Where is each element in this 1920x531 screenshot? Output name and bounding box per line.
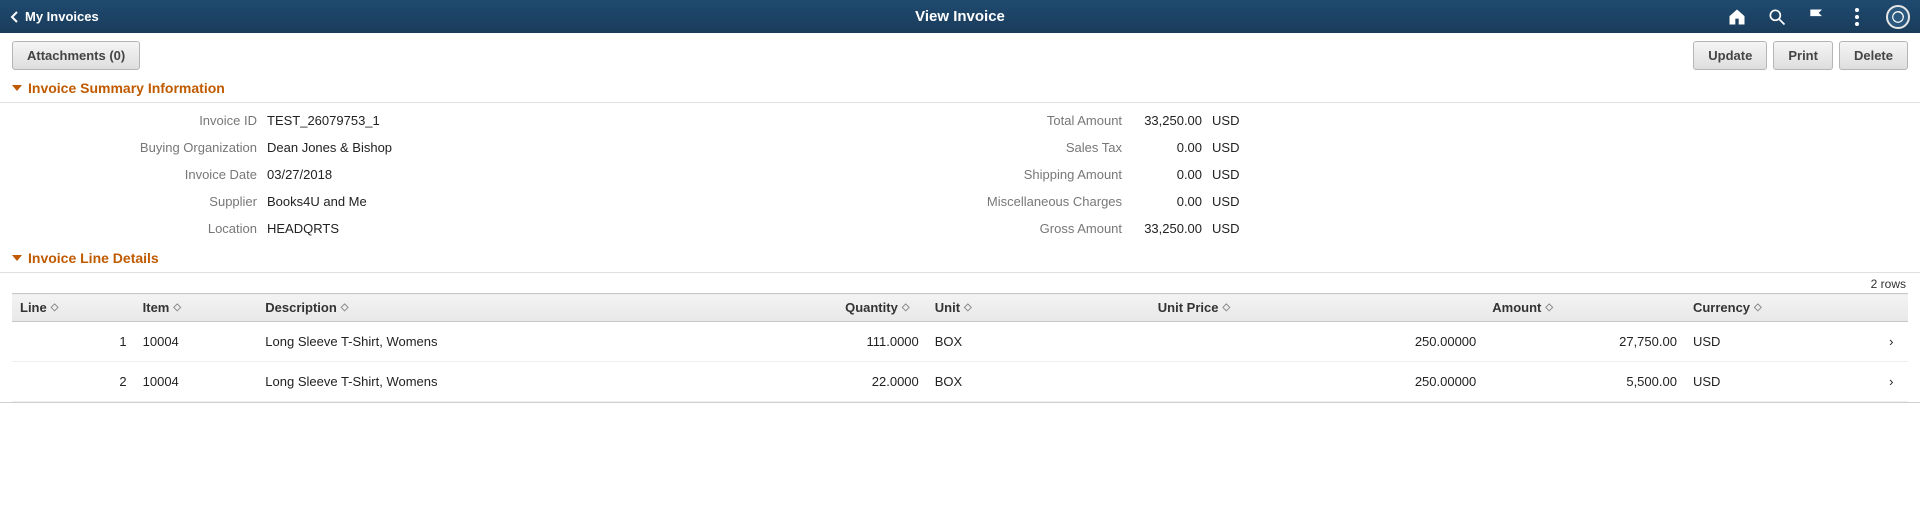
cell-line: 2 — [12, 362, 135, 402]
gross-amount-value: 33,250.00 — [1132, 221, 1202, 236]
delete-button[interactable]: Delete — [1839, 41, 1908, 70]
lines-section-toggle[interactable]: Invoice Line Details — [0, 244, 1920, 273]
attachments-button[interactable]: Attachments (0) — [12, 41, 140, 70]
table-row: 210004Long Sleeve T-Shirt, Womens22.0000… — [12, 362, 1908, 402]
sales-tax-value: 0.00 — [1132, 140, 1202, 155]
row-count: 2 rows — [0, 273, 1920, 293]
invoice-id-value: TEST_26079753_1 — [267, 113, 392, 128]
col-header-empty — [1875, 294, 1909, 322]
gross-amount-label: Gross Amount — [722, 221, 1122, 236]
shipping-amount-label: Shipping Amount — [722, 167, 1122, 182]
misc-charges-label: Miscellaneous Charges — [722, 194, 1122, 209]
buying-org-value: Dean Jones & Bishop — [267, 140, 392, 155]
sales-tax-currency: USD — [1212, 140, 1262, 155]
buying-org-label: Buying Organization — [12, 140, 257, 155]
location-label: Location — [12, 221, 257, 236]
sort-icon: ◇ — [51, 303, 59, 313]
location-value: HEADQRTS — [267, 221, 392, 236]
cell-quantity: 22.0000 — [837, 362, 927, 402]
menu-icon[interactable] — [1846, 6, 1868, 28]
lines-section-title: Invoice Line Details — [28, 250, 159, 266]
col-header-unit-price[interactable]: Unit Price◇ — [1150, 294, 1485, 322]
col-header-unit[interactable]: Unit◇ — [927, 294, 1150, 322]
invoice-id-label: Invoice ID — [12, 113, 257, 128]
gross-amount-currency: USD — [1212, 221, 1262, 236]
shipping-amount-currency: USD — [1212, 167, 1262, 182]
col-header-item[interactable]: Item◇ — [135, 294, 258, 322]
action-bar: Attachments (0) Update Print Delete — [0, 33, 1920, 74]
home-icon[interactable] — [1726, 6, 1748, 28]
cell-unit-price: 250.00000 — [1150, 322, 1485, 362]
cell-item: 10004 — [135, 322, 258, 362]
cell-currency: USD — [1685, 322, 1875, 362]
cell-description: Long Sleeve T-Shirt, Womens — [257, 362, 837, 402]
cell-unit: BOX — [927, 322, 1150, 362]
sort-icon: ◇ — [902, 303, 910, 313]
cell-quantity: 111.0000 — [837, 322, 927, 362]
supplier-value: Books4U and Me — [267, 194, 392, 209]
table-row: 110004Long Sleeve T-Shirt, Womens111.000… — [12, 322, 1908, 362]
total-amount-label: Total Amount — [722, 113, 1122, 128]
total-amount-currency: USD — [1212, 113, 1262, 128]
page-title: View Invoice — [915, 8, 1005, 25]
cell-currency: USD — [1685, 362, 1875, 402]
col-header-description[interactable]: Description◇ — [257, 294, 837, 322]
invoice-date-label: Invoice Date — [12, 167, 257, 182]
misc-charges-value: 0.00 — [1132, 194, 1202, 209]
col-header-amount[interactable]: Amount◇ — [1484, 294, 1685, 322]
caret-down-icon — [12, 85, 22, 91]
misc-charges-currency: USD — [1212, 194, 1262, 209]
chevron-left-icon — [10, 11, 19, 23]
header-actions — [1726, 5, 1920, 29]
total-amount-value: 33,250.00 — [1132, 113, 1202, 128]
print-button[interactable]: Print — [1773, 41, 1833, 70]
chevron-right-icon: › — [1889, 374, 1893, 389]
cell-amount: 5,500.00 — [1484, 362, 1685, 402]
chevron-right-icon: › — [1889, 334, 1893, 349]
summary-section-toggle[interactable]: Invoice Summary Information — [0, 74, 1920, 103]
summary-section-title: Invoice Summary Information — [28, 80, 225, 96]
sort-icon: ◇ — [1545, 303, 1553, 313]
col-header-line[interactable]: Line◇ — [12, 294, 135, 322]
back-label: My Invoices — [25, 9, 99, 24]
cell-description: Long Sleeve T-Shirt, Womens — [257, 322, 837, 362]
supplier-label: Supplier — [12, 194, 257, 209]
invoice-date-value: 03/27/2018 — [267, 167, 392, 182]
shipping-amount-value: 0.00 — [1132, 167, 1202, 182]
cell-unit-price: 250.00000 — [1150, 362, 1485, 402]
sort-icon: ◇ — [1222, 303, 1230, 313]
sort-icon: ◇ — [964, 303, 972, 313]
help-icon[interactable] — [1886, 5, 1910, 29]
back-button[interactable]: My Invoices — [0, 9, 99, 24]
sort-icon: ◇ — [1754, 303, 1762, 313]
summary-body: Invoice ID TEST_26079753_1 Buying Organi… — [0, 103, 1920, 244]
flag-icon[interactable] — [1806, 6, 1828, 28]
page-header: My Invoices View Invoice — [0, 0, 1920, 33]
search-icon[interactable] — [1766, 6, 1788, 28]
caret-down-icon — [12, 255, 22, 261]
row-detail-button[interactable]: › — [1875, 322, 1909, 362]
col-header-quantity[interactable]: Quantity◇ — [837, 294, 927, 322]
cell-unit: BOX — [927, 362, 1150, 402]
row-detail-button[interactable]: › — [1875, 362, 1909, 402]
cell-item: 10004 — [135, 362, 258, 402]
cell-line: 1 — [12, 322, 135, 362]
cell-amount: 27,750.00 — [1484, 322, 1685, 362]
sort-icon: ◇ — [173, 303, 181, 313]
line-details-table: Line◇ Item◇ Description◇ Quantity◇ Unit◇… — [12, 293, 1908, 402]
sort-icon: ◇ — [341, 303, 349, 313]
update-button[interactable]: Update — [1693, 41, 1767, 70]
sales-tax-label: Sales Tax — [722, 140, 1122, 155]
col-header-currency[interactable]: Currency◇ — [1685, 294, 1875, 322]
